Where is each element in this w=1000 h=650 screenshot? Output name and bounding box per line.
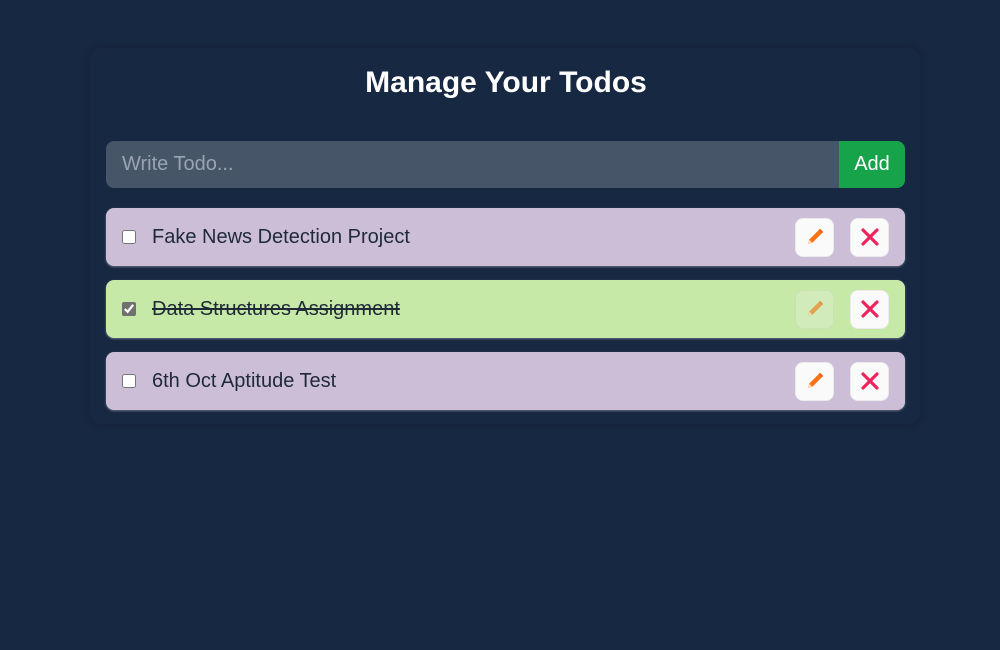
delete-button[interactable]: [850, 361, 889, 401]
todo-checkbox[interactable]: [122, 374, 136, 388]
todo-text: Fake News Detection Project: [152, 226, 410, 248]
todo-item: 6th Oct Aptitude Test: [106, 352, 905, 410]
todo-checkbox[interactable]: [122, 230, 136, 244]
todo-item: Data Structures Assignment: [106, 280, 905, 338]
edit-button[interactable]: [795, 289, 834, 329]
pencil-icon: [805, 371, 825, 391]
pencil-icon: [805, 299, 825, 319]
edit-button[interactable]: [795, 361, 834, 401]
add-button[interactable]: Add: [839, 141, 905, 188]
todo-input[interactable]: [106, 141, 839, 188]
delete-button[interactable]: [850, 289, 889, 329]
page-title: Manage Your Todos: [365, 66, 647, 99]
todo-item: Fake News Detection Project: [106, 208, 905, 266]
close-icon: [860, 227, 880, 247]
todo-checkbox[interactable]: [122, 302, 136, 316]
todo-list: Fake News Detection Project Data Structu…: [106, 208, 905, 424]
delete-button[interactable]: [850, 217, 889, 257]
todo-form: Add: [106, 141, 905, 188]
pencil-icon: [805, 227, 825, 247]
close-icon: [860, 299, 880, 319]
todo-text: Data Structures Assignment: [152, 298, 400, 320]
close-icon: [860, 371, 880, 391]
todo-text: 6th Oct Aptitude Test: [152, 370, 337, 392]
edit-button[interactable]: [795, 217, 834, 257]
